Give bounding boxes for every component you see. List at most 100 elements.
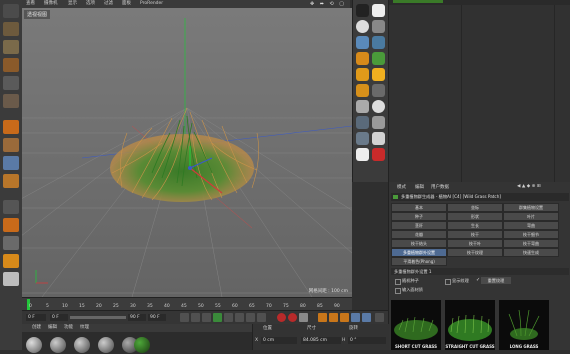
- film-icon[interactable]: [356, 4, 369, 17]
- current-frame-field[interactable]: 0 F: [50, 314, 68, 321]
- pla-key-icon[interactable]: [362, 313, 371, 322]
- tab-mode[interactable]: 模式: [397, 184, 406, 190]
- sphere-icon[interactable]: [356, 20, 369, 33]
- snap-icon[interactable]: [3, 156, 19, 170]
- cluster-icon[interactable]: [356, 52, 369, 65]
- prev-frame-icon[interactable]: [202, 313, 211, 322]
- reset-texture-button[interactable]: 重置纹理: [481, 277, 511, 284]
- material-ball[interactable]: [98, 337, 114, 353]
- tab-edit[interactable]: 编辑: [415, 184, 424, 190]
- tab-branch-detail[interactable]: 枝干细节: [503, 230, 559, 239]
- tab-phong[interactable]: 平滑着色(Phong): [391, 257, 447, 266]
- keyframe-selection-icon[interactable]: [299, 313, 308, 322]
- gear-icon[interactable]: [356, 148, 369, 161]
- preset-long-grass[interactable]: LONG GRASS: [499, 300, 549, 350]
- tab-quick-generate[interactable]: 快速生成: [503, 248, 559, 257]
- move-icon[interactable]: [3, 120, 19, 134]
- loop-icon[interactable]: [257, 313, 266, 322]
- timeline-menu-icon[interactable]: [375, 313, 384, 322]
- tab-branch-texture[interactable]: 枝干纹理: [447, 248, 503, 257]
- menu-camera[interactable]: 摄像机: [44, 0, 58, 8]
- scale-key-icon[interactable]: [329, 313, 338, 322]
- end-frame-field[interactable]: 90 F: [128, 314, 146, 321]
- record-key-icon[interactable]: [277, 313, 286, 322]
- sun-icon[interactable]: [372, 68, 385, 81]
- cube-light-icon[interactable]: [356, 84, 369, 97]
- tab-branch-bend[interactable]: 枝干弯曲: [503, 239, 559, 248]
- material-ball[interactable]: [26, 337, 42, 353]
- play-icon[interactable]: [213, 313, 222, 322]
- tab-leaf[interactable]: 叶片: [503, 212, 559, 221]
- sphere-grey-icon[interactable]: [356, 132, 369, 145]
- x-size-field[interactable]: 84.085 cm: [301, 337, 341, 344]
- record-icon[interactable]: [372, 148, 385, 161]
- tab-branch-knot[interactable]: 枝干结头: [391, 239, 447, 248]
- magnet-icon[interactable]: [3, 174, 19, 188]
- next-key-icon[interactable]: [235, 313, 244, 322]
- menu-function[interactable]: 功能: [64, 324, 73, 332]
- menu-texture[interactable]: 纹理: [80, 324, 89, 332]
- texture-icon[interactable]: [3, 58, 19, 72]
- viewport[interactable]: 透视视图 网格间距 : 100 cm: [22, 8, 352, 297]
- checkbox-input-material[interactable]: [395, 288, 401, 294]
- rotate-key-icon[interactable]: [340, 313, 349, 322]
- tab-branch[interactable]: 枝干: [447, 230, 503, 239]
- tab-growth[interactable]: 生长: [447, 221, 503, 230]
- preset-straight-cut-grass[interactable]: STRAIGHT CUT GRASS: [445, 300, 495, 350]
- fan-icon[interactable]: [356, 116, 369, 129]
- goto-start-icon[interactable]: [180, 313, 189, 322]
- timeline-ruler[interactable]: 0 5 10 15 20 25 30 35 40 45 50 55 60 65 …: [22, 297, 352, 311]
- l-tool-icon[interactable]: [3, 138, 19, 152]
- white-sphere-icon[interactable]: [372, 100, 385, 113]
- tab-petal[interactable]: 花瓣: [391, 230, 447, 239]
- material-ball[interactable]: [50, 337, 66, 353]
- tab-branch-leaf[interactable]: 枝干叶: [447, 239, 503, 248]
- cube-icon[interactable]: [3, 22, 19, 36]
- target-icon[interactable]: [372, 132, 385, 145]
- tab-stem[interactable]: 茎秆: [391, 221, 447, 230]
- pie-icon[interactable]: [356, 100, 369, 113]
- viewport-nav-icons[interactable]: ✥ ⬌ ⟲ ▢: [310, 1, 346, 7]
- model-icon[interactable]: [3, 76, 19, 90]
- blue-shading-icon[interactable]: [356, 36, 369, 49]
- start-frame-field[interactable]: 0 F: [26, 314, 46, 321]
- cylinder-icon[interactable]: [372, 20, 385, 33]
- menu-prorender[interactable]: ProRender: [140, 0, 163, 8]
- half-moon-icon[interactable]: [372, 36, 385, 49]
- h-rotation-field[interactable]: 0 °: [348, 337, 386, 344]
- tab-bend[interactable]: 弯曲: [503, 221, 559, 230]
- undo-icon[interactable]: [3, 4, 19, 18]
- preset-short-cut-grass[interactable]: SHORT CUT GRASS: [391, 300, 441, 350]
- screen-icon[interactable]: [372, 4, 385, 17]
- render-icon[interactable]: [3, 272, 19, 286]
- attr-nav-icons[interactable]: ◀ ▲ ◆ ⊕ ⊞: [517, 184, 541, 189]
- range-slider[interactable]: [70, 316, 126, 319]
- tab-seed[interactable]: 种子: [391, 212, 447, 221]
- auto-key-icon[interactable]: [288, 313, 297, 322]
- checkbox-random-seed[interactable]: [395, 279, 401, 285]
- tab-shape[interactable]: 形状: [447, 212, 503, 221]
- tab-user-data[interactable]: 用户数据: [431, 184, 449, 190]
- menu-panel[interactable]: 面板: [122, 0, 131, 8]
- light-orange-icon[interactable]: [356, 68, 369, 81]
- goto-end-icon[interactable]: [246, 313, 255, 322]
- material-ball-grass[interactable]: [134, 337, 150, 353]
- param-key-icon[interactable]: [351, 313, 360, 322]
- x-position-field[interactable]: 0 cm: [261, 337, 297, 344]
- polygon-icon[interactable]: [3, 94, 19, 108]
- move-key-icon[interactable]: [318, 313, 327, 322]
- box-icon[interactable]: [3, 40, 19, 54]
- tab-basic[interactable]: 基本: [391, 203, 447, 212]
- tab-multi-plant-settings[interactable]: 多重植物群外设置: [391, 248, 447, 257]
- next-frame-icon[interactable]: [224, 313, 233, 322]
- sculpt-icon[interactable]: [3, 254, 19, 268]
- tab-cluster-settings[interactable]: 群集植物设置: [503, 203, 559, 212]
- s-tool-icon[interactable]: [3, 236, 19, 250]
- tab-coord[interactable]: 坐标: [447, 203, 503, 212]
- menu-options[interactable]: 选项: [86, 0, 95, 8]
- menu-display[interactable]: 显示: [68, 0, 77, 8]
- green-knot-icon[interactable]: [372, 52, 385, 65]
- selected-object-row[interactable]: [393, 0, 443, 3]
- prev-key-icon[interactable]: [191, 313, 200, 322]
- material-ball[interactable]: [74, 337, 90, 353]
